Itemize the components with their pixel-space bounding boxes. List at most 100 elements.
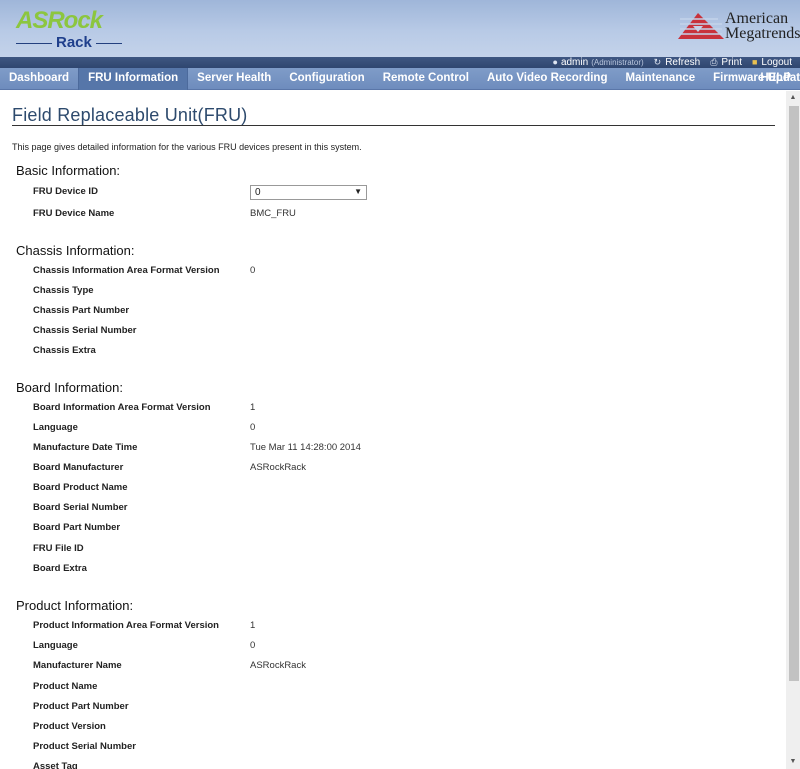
field-value: ASRockRack [250, 462, 306, 473]
field-value: ASRockRack [250, 660, 306, 671]
current-user: ● admin (Administrator) [553, 57, 644, 68]
table-row: Product Version [33, 721, 733, 735]
dropdown-arrow-icon: ▼ [354, 187, 362, 196]
asrock-logo-text: ASRock [16, 7, 103, 34]
table-row: Board Information Area Format Version 1 [33, 402, 733, 416]
table-row: Product Name [33, 681, 733, 695]
section-chassis-title: Chassis Information: [16, 243, 135, 258]
field-label: Product Name [33, 681, 98, 692]
content-area: Field Replaceable Unit(FRU) This page gi… [0, 91, 786, 769]
bmc-web-ui: ASRock Rack American Megatrends ● admin … [0, 0, 800, 769]
field-label: Board Serial Number [33, 502, 128, 513]
field-label: Board Information Area Format Version [33, 402, 211, 413]
refresh-label: Refresh [665, 56, 701, 68]
table-row: Asset Tag [33, 761, 733, 769]
table-row: Chassis Extra [33, 345, 733, 359]
table-row: Chassis Part Number [33, 305, 733, 319]
nav-fru-information[interactable]: FRU Information [78, 68, 189, 90]
nav-dashboard[interactable]: Dashboard [0, 68, 78, 90]
ami-line1: American [725, 10, 789, 27]
nav-help[interactable]: HELP [751, 68, 800, 90]
page-description: This page gives detailed information for… [12, 142, 362, 152]
rack-logo-text: Rack [56, 34, 92, 51]
american-megatrends-logo: American Megatrends [678, 10, 800, 47]
user-icon: ● [552, 57, 558, 67]
logo-divider-line [96, 43, 122, 44]
field-label: Board Product Name [33, 482, 128, 493]
logo-divider-line [16, 43, 52, 44]
field-value: BMC_FRU [250, 208, 296, 219]
table-row: Product Part Number [33, 701, 733, 715]
vertical-scrollbar[interactable]: ▲ ▼ [786, 91, 800, 769]
scroll-up-icon[interactable]: ▲ [786, 91, 800, 105]
field-label: FRU Device ID [33, 186, 98, 197]
nav-configuration[interactable]: Configuration [280, 68, 373, 90]
field-label: Product Serial Number [33, 741, 136, 752]
nav-server-health[interactable]: Server Health [188, 68, 280, 90]
field-value: Tue Mar 11 14:28:00 2014 [250, 442, 361, 453]
print-icon: ⎙ [710, 56, 718, 67]
field-label: Board Manufacturer [33, 462, 124, 473]
main-nav: Dashboard FRU Information Server Health … [0, 68, 800, 90]
table-row: FRU File ID [33, 543, 733, 557]
field-label: Board Extra [33, 563, 87, 574]
refresh-icon: ↻ [653, 56, 662, 67]
table-row: Board Manufacturer ASRockRack [33, 462, 733, 476]
field-label: Chassis Part Number [33, 305, 130, 316]
field-label: Chassis Type [33, 285, 94, 296]
table-row: Manufacturer Name ASRockRack [33, 660, 733, 674]
table-row: Product Information Area Format Version … [33, 620, 733, 634]
username: admin [560, 56, 589, 68]
scrollbar-thumb[interactable] [789, 106, 799, 681]
section-product-title: Product Information: [16, 598, 134, 613]
field-label: Product Information Area Format Version [33, 620, 219, 631]
ami-pyramid-icon [678, 13, 724, 39]
print-link[interactable]: ⎙ Print [710, 57, 742, 68]
field-label: Product Part Number [33, 701, 129, 712]
refresh-link[interactable]: ↻ Refresh [654, 57, 701, 68]
header-banner: ASRock Rack American Megatrends [0, 0, 800, 57]
page-title: Field Replaceable Unit(FRU) [12, 105, 248, 125]
field-label: Board Part Number [33, 522, 121, 533]
table-row: Chassis Type [33, 285, 733, 299]
ami-line2: Megatrends [725, 25, 800, 42]
field-label: Manufacture Date Time [33, 442, 138, 453]
row-fru-device-name: FRU Device Name BMC_FRU [33, 208, 733, 222]
field-label: Manufacturer Name [33, 660, 122, 671]
nav-auto-video-recording[interactable]: Auto Video Recording [478, 68, 617, 90]
logout-label: Logout [761, 56, 792, 68]
field-value: 1 [250, 402, 256, 413]
nav-remote-control[interactable]: Remote Control [374, 68, 478, 90]
table-row: Manufacture Date Time Tue Mar 11 14:28:0… [33, 442, 733, 456]
asrock-rack-logo: ASRock Rack [16, 8, 126, 52]
table-row: Language 0 [33, 640, 733, 654]
field-label: Chassis Serial Number [33, 325, 137, 336]
table-row: Product Serial Number [33, 741, 733, 755]
user-role: (Administrator) [591, 57, 644, 67]
nav-maintenance[interactable]: Maintenance [616, 68, 704, 90]
table-row: Chassis Serial Number [33, 325, 733, 339]
section-board-title: Board Information: [16, 380, 123, 395]
field-value: 0 [250, 640, 256, 651]
table-row: Board Product Name [33, 482, 733, 496]
field-label: Language [33, 640, 78, 651]
row-fru-device-id: FRU Device ID [33, 186, 733, 200]
scroll-down-icon[interactable]: ▼ [786, 755, 800, 769]
field-label: FRU File ID [33, 543, 84, 554]
logout-link[interactable]: ■ Logout [752, 57, 792, 68]
field-value: 0 [250, 265, 256, 276]
fru-device-id-select[interactable]: 0 ▼ [250, 185, 367, 200]
field-label: Language [33, 422, 78, 433]
user-bar: ● admin (Administrator) ↻ Refresh ⎙ Prin… [0, 57, 800, 68]
section-basic-title: Basic Information: [16, 163, 121, 178]
field-label: Asset Tag [33, 761, 78, 769]
ami-logo-text: American Megatrends [725, 10, 800, 42]
field-label: FRU Device Name [33, 208, 115, 219]
logout-icon: ■ [751, 57, 758, 67]
table-row: Board Serial Number [33, 502, 733, 516]
rack-logo-row: Rack [16, 35, 122, 51]
fru-device-id-value: 0 [255, 187, 261, 198]
table-row: Board Part Number [33, 522, 733, 536]
field-label: Chassis Information Area Format Version [33, 265, 220, 276]
table-row: Board Extra [33, 563, 733, 577]
